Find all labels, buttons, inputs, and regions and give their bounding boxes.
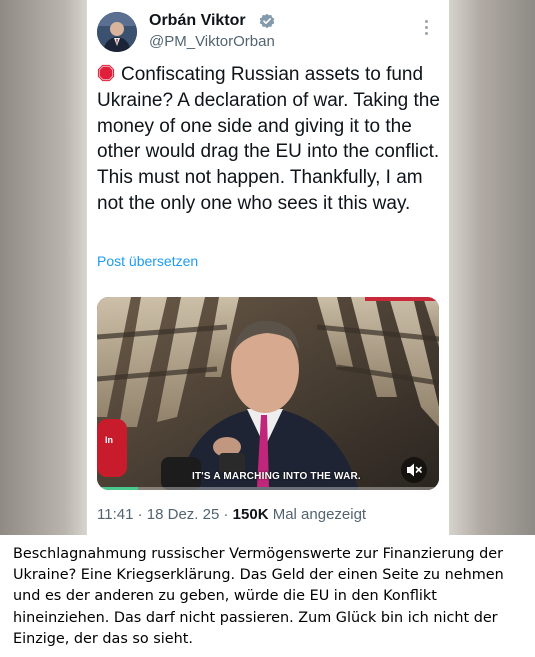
meta-separator: · xyxy=(223,506,229,523)
svg-text:ln: ln xyxy=(105,435,113,445)
meta-separator: · xyxy=(137,506,143,523)
translate-post-link[interactable]: Post übersetzen xyxy=(97,253,198,269)
video-progress-fill xyxy=(97,487,139,490)
tweet-date[interactable]: 18 Dez. 25 xyxy=(147,506,220,523)
views-label: Mal angezeigt xyxy=(272,506,367,523)
tweet-card: Orbán Viktor @PM_ViktorOrban Confiscatin… xyxy=(87,0,449,535)
avatar[interactable] xyxy=(97,12,137,52)
tweet-time[interactable]: 11:41 xyxy=(97,506,133,523)
tweet-text: Confiscating Russian assets to fund Ukra… xyxy=(97,64,440,214)
verified-badge-icon xyxy=(259,13,275,29)
video-frame: ln xyxy=(97,297,439,490)
more-vertical-icon[interactable] xyxy=(424,20,430,38)
speaker-muted-icon[interactable] xyxy=(401,457,427,483)
video-caption: IT'S A MARCHING INTO THE WAR. xyxy=(192,471,361,482)
tweet-meta: 11:41 · 18 Dez. 25 · 150K Mal angezeigt xyxy=(97,506,366,523)
translation-text: Beschlagnahmung russischer Vermögenswert… xyxy=(13,546,504,647)
video-progress-bar[interactable] xyxy=(97,487,439,490)
author-handle[interactable]: @PM_ViktorOrban xyxy=(149,33,275,50)
author-name[interactable]: Orbán Viktor xyxy=(149,12,246,30)
video-player[interactable]: ln IT'S A MARCHING INTO THE WAR. xyxy=(97,297,439,490)
stop-sign-icon xyxy=(97,64,115,82)
tweet-body: Confiscating Russian assets to fund Ukra… xyxy=(97,62,442,217)
views-count: 150K xyxy=(232,506,269,523)
